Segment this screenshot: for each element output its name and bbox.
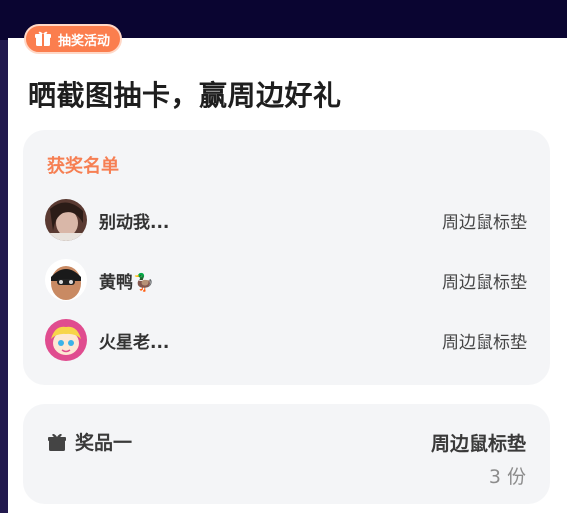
avatar[interactable] bbox=[45, 319, 87, 361]
winner-name: 火星老... bbox=[99, 332, 170, 353]
winner-row[interactable]: 别动我... 周边鼠标垫 bbox=[45, 198, 527, 242]
left-edge bbox=[0, 40, 8, 513]
prize-count: 3 份 bbox=[488, 466, 526, 488]
avatar[interactable] bbox=[45, 199, 87, 241]
prize-card: 奖品一 周边鼠标垫 3 份 bbox=[23, 404, 550, 504]
winner-row[interactable]: 黄鸭🦆 周边鼠标垫 bbox=[45, 258, 527, 302]
avatar[interactable] bbox=[45, 259, 87, 301]
page-title: 晒截图抽卡，赢周边好礼 bbox=[28, 79, 342, 112]
winners-list: 获奖名单 别动我... 周边鼠标垫 黄鸭🦆 周边鼠标垫 火星老... 周边鼠标垫 bbox=[23, 130, 550, 385]
winner-prize: 周边鼠标垫 bbox=[442, 332, 527, 353]
winner-prize: 周边鼠标垫 bbox=[442, 272, 527, 293]
prize-label: 奖品一 bbox=[75, 432, 133, 454]
winner-prize: 周边鼠标垫 bbox=[442, 212, 527, 233]
gift-icon bbox=[48, 433, 66, 451]
winner-name: 别动我... bbox=[99, 212, 170, 233]
winners-heading: 获奖名单 bbox=[47, 156, 119, 177]
activity-badge: 抽奖活动 bbox=[24, 24, 123, 54]
prize-label-group: 奖品一 bbox=[47, 428, 132, 455]
prize-name: 周边鼠标垫 bbox=[430, 433, 526, 455]
badge-label: 抽奖活动 bbox=[58, 33, 111, 49]
gift-icon bbox=[35, 31, 51, 46]
winner-name: 黄鸭🦆 bbox=[99, 272, 155, 293]
winner-row[interactable]: 火星老... 周边鼠标垫 bbox=[45, 318, 527, 362]
